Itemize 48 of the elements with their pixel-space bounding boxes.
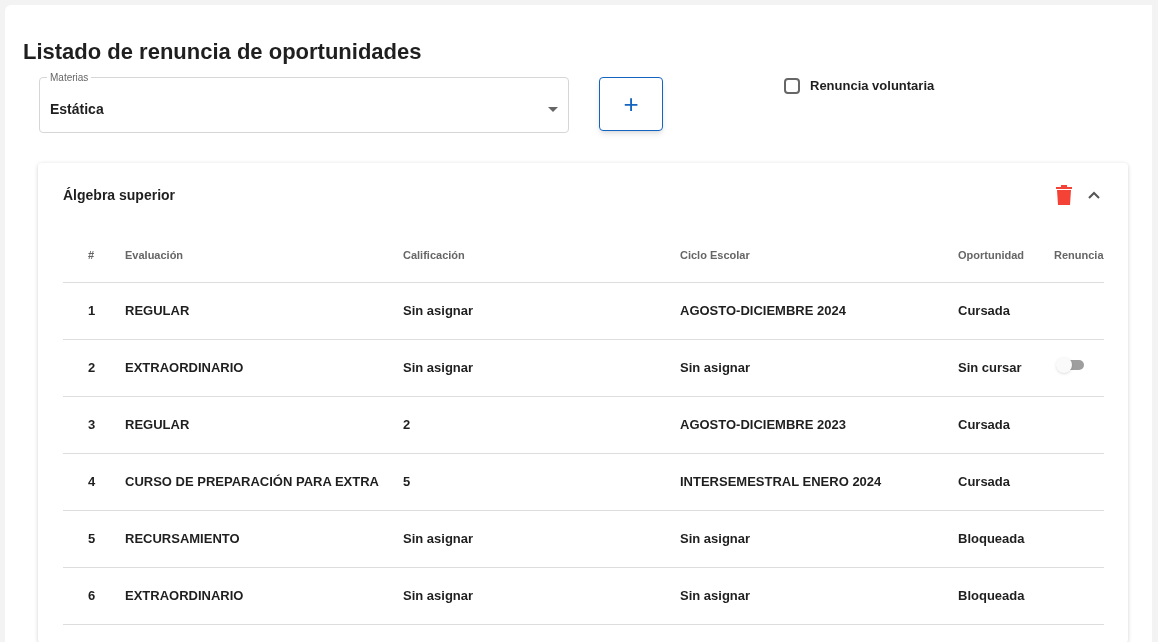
checkbox[interactable] bbox=[784, 77, 800, 94]
table-cell-text: Cursada bbox=[958, 302, 1012, 321]
table-cell-text: 2 bbox=[87, 359, 97, 378]
table-cell-text: REGULAR bbox=[125, 302, 191, 321]
table-cell-text: EXTRAORDINARIO bbox=[125, 587, 245, 606]
table-cell-text: 4 bbox=[87, 473, 97, 492]
column-header: # bbox=[87, 247, 96, 263]
table-cell-text: Bloqueada bbox=[958, 530, 1026, 549]
table-cell-text: CURSO DE PREPARACIÓN PARA EXTRA bbox=[125, 473, 380, 492]
table-cell-text: Sin asignar bbox=[680, 587, 752, 606]
renuncia-toggle[interactable] bbox=[1058, 360, 1084, 370]
voluntary-checkbox-row[interactable]: Renuncia voluntaria bbox=[784, 76, 935, 96]
table-cell-text: 2 bbox=[403, 416, 412, 435]
column-header: Ciclo Escolar bbox=[680, 247, 751, 263]
table-cell-text: Cursada bbox=[958, 416, 1012, 435]
table-cell-text: 5 bbox=[403, 473, 412, 492]
table-cell-text: Sin asignar bbox=[680, 359, 752, 378]
table-cell-text: Bloqueada bbox=[958, 587, 1026, 606]
table-cell-text: AGOSTO-DICIEMBRE 2023 bbox=[680, 416, 847, 435]
table-cell-text: Sin asignar bbox=[403, 302, 475, 321]
table-cell-text: AGOSTO-DICIEMBRE 2024 bbox=[680, 302, 847, 321]
chevron-icon[interactable] bbox=[1088, 191, 1100, 199]
panel-title: Álgebra superior bbox=[63, 185, 177, 205]
table-cell-text: 5 bbox=[87, 530, 97, 549]
column-header: Renuncia bbox=[1054, 247, 1104, 263]
select-label: Materias bbox=[47, 72, 92, 84]
table-cell-text: EXTRAORDINARIO bbox=[125, 359, 245, 378]
table-cell-text: INTERSEMESTRAL ENERO 2024 bbox=[680, 473, 883, 492]
table-cell-text: Cursada bbox=[958, 473, 1012, 492]
table-cell-text: Sin asignar bbox=[680, 530, 752, 549]
column-header: Oportunidad bbox=[958, 247, 1025, 263]
table-cell-text: 3 bbox=[87, 416, 97, 435]
table-cell-text: 1 bbox=[87, 302, 97, 321]
table-cell-text: Sin cursar bbox=[958, 359, 1023, 378]
table-cell-text: Sin asignar bbox=[403, 587, 475, 606]
trash-icon[interactable] bbox=[1056, 185, 1072, 205]
table-cell-text: RECURSAMIENTO bbox=[125, 530, 241, 549]
dropdown-caret-icon bbox=[548, 106, 558, 112]
page-title: Listado de renuncia de oportunidades bbox=[23, 38, 423, 66]
table-cell-text: REGULAR bbox=[125, 416, 191, 435]
table-cell-text: 6 bbox=[87, 587, 97, 606]
checkbox-label: Renuncia voluntaria bbox=[810, 77, 935, 95]
table-cell-text: Sin asignar bbox=[403, 530, 475, 549]
column-header: Evaluación bbox=[125, 247, 185, 263]
column-header: Calificación bbox=[403, 247, 466, 263]
table-cell-text: Sin asignar bbox=[403, 359, 475, 378]
add-button[interactable]: + bbox=[599, 77, 663, 131]
select-value: Estática bbox=[50, 99, 105, 119]
